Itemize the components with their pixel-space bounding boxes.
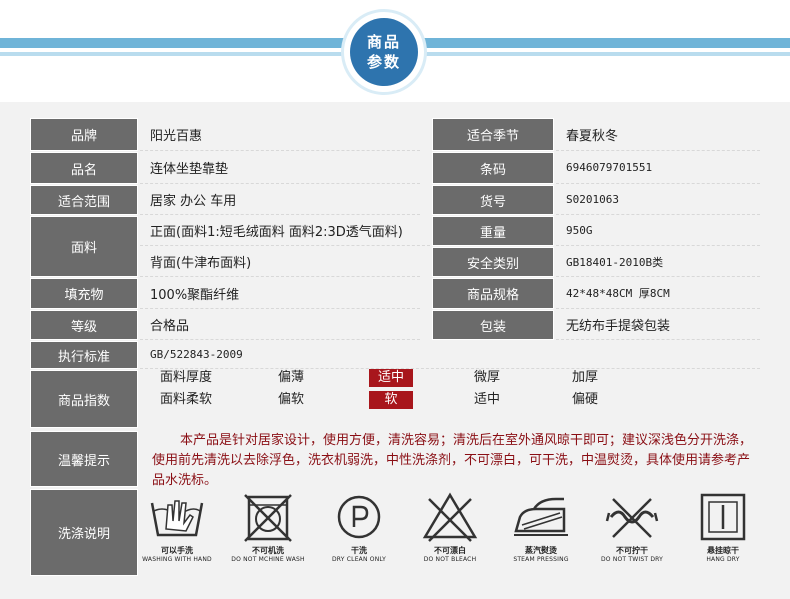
value-safety: GB18401-2010B类 bbox=[556, 247, 760, 277]
value-season: 春夏秋冬 bbox=[556, 118, 760, 151]
care-label: 可以手洗 bbox=[161, 546, 193, 555]
label-barcode: 条码 bbox=[432, 152, 554, 184]
care-label-en: STEAM PRESSING bbox=[513, 556, 569, 563]
care-label-en: WASHING WITH HAND bbox=[142, 556, 212, 563]
care-item: 不可拧干 DO NOT TWIST DRY bbox=[595, 489, 669, 576]
index-thickness-option: 偏薄 bbox=[278, 370, 305, 385]
care-item: 干洗 DRY CLEAN ONLY bbox=[322, 489, 396, 576]
label-scope: 适合范围 bbox=[30, 185, 138, 215]
tips-text: 本产品是针对居家设计，使用方便，清洗容易；清洗后在室外通风晾干即可；建议深浅色分… bbox=[152, 433, 753, 488]
value-sku: S0201063 bbox=[556, 185, 760, 215]
label-season: 适合季节 bbox=[432, 118, 554, 151]
value-scope: 居家 办公 车用 bbox=[140, 185, 420, 215]
care-label: 不可拧干 bbox=[616, 546, 648, 555]
hand-wash-icon bbox=[150, 500, 204, 537]
index-softness-option: 偏硬 bbox=[572, 392, 599, 407]
dry-clean-icon bbox=[337, 495, 381, 539]
care-label-en: DO NOT BLEACH bbox=[423, 556, 477, 563]
care-label-en: DO NOT MCHINE WASH bbox=[231, 556, 305, 563]
index-softness-name: 面料柔软 bbox=[160, 392, 213, 407]
care-label: 不可漂白 bbox=[434, 546, 466, 555]
label-filling: 填充物 bbox=[30, 278, 138, 309]
index-softness-option: 适中 bbox=[474, 392, 501, 407]
index-softness-option: 偏软 bbox=[278, 392, 305, 407]
label-sku: 货号 bbox=[432, 185, 554, 215]
label-brand: 品牌 bbox=[30, 118, 138, 151]
value-weight: 950G bbox=[556, 216, 760, 246]
label-grade: 等级 bbox=[30, 310, 138, 340]
header-band: 商品 参数 bbox=[0, 0, 790, 100]
care-item: 悬挂晾干 HANG DRY bbox=[686, 489, 760, 576]
care-label: 干洗 bbox=[351, 546, 367, 555]
label-name: 品名 bbox=[30, 152, 138, 184]
section-badge: 商品 参数 bbox=[344, 12, 424, 92]
value-filling: 100%聚酯纤维 bbox=[140, 278, 420, 309]
no-wring-icon bbox=[605, 498, 659, 538]
care-label: 蒸汽熨烫 bbox=[525, 546, 557, 555]
care-icons-row: 可以手洗 WASHING WITH HAND 不可机洗 DO NOT MCHIN… bbox=[140, 489, 760, 576]
steam-iron-icon bbox=[514, 497, 568, 536]
label-spec: 商品规格 bbox=[432, 278, 554, 309]
value-barcode: 6946079701551 bbox=[556, 152, 760, 184]
care-item: 可以手洗 WASHING WITH HAND bbox=[140, 489, 214, 576]
index-thickness-option: 加厚 bbox=[572, 370, 599, 385]
label-index: 商品指数 bbox=[30, 370, 138, 428]
label-package: 包装 bbox=[432, 310, 554, 340]
label-care: 洗涤说明 bbox=[30, 489, 138, 576]
care-label-en: HANG DRY bbox=[706, 556, 740, 563]
value-name: 连体坐垫靠垫 bbox=[140, 152, 420, 184]
care-label-en: DRY CLEAN ONLY bbox=[331, 556, 387, 563]
index-thickness-name: 面料厚度 bbox=[160, 370, 213, 385]
care-item: 不可机洗 DO NOT MCHINE WASH bbox=[231, 489, 305, 576]
hang-dry-icon bbox=[700, 493, 746, 541]
value-fabric-front: 正面(面料1:短毛绒面料 面料2:3D透气面料) bbox=[140, 216, 430, 246]
label-safety: 安全类别 bbox=[432, 247, 554, 277]
index-thickness-selected: 适中 bbox=[369, 369, 413, 387]
care-label-en: DO NOT TWIST DRY bbox=[600, 556, 664, 563]
label-standard: 执行标准 bbox=[30, 341, 138, 369]
value-package: 无纺布手提袋包装 bbox=[556, 310, 760, 340]
value-spec: 42*48*48CM 厚8CM bbox=[556, 278, 760, 309]
label-fabric: 面料 bbox=[30, 216, 138, 277]
value-fabric-back: 背面(牛津布面料) bbox=[140, 247, 420, 277]
badge-line1: 商品 bbox=[366, 33, 401, 51]
no-bleach-icon bbox=[422, 492, 478, 542]
care-item: 不可漂白 DO NOT BLEACH bbox=[413, 489, 487, 576]
care-label: 不可机洗 bbox=[252, 546, 284, 555]
badge-line2: 参数 bbox=[366, 53, 401, 71]
value-grade: 合格品 bbox=[140, 310, 420, 340]
label-tips: 温馨提示 bbox=[30, 431, 138, 487]
no-machine-wash-icon bbox=[244, 494, 292, 542]
value-standard: GB/522843-2009 bbox=[140, 341, 760, 369]
value-brand: 阳光百惠 bbox=[140, 118, 420, 151]
label-weight: 重量 bbox=[432, 216, 554, 246]
index-softness-selected: 软 bbox=[369, 391, 413, 409]
care-item: 蒸汽熨烫 STEAM PRESSING bbox=[504, 489, 578, 576]
index-thickness-option: 微厚 bbox=[474, 370, 501, 385]
care-label: 悬挂晾干 bbox=[707, 546, 739, 555]
